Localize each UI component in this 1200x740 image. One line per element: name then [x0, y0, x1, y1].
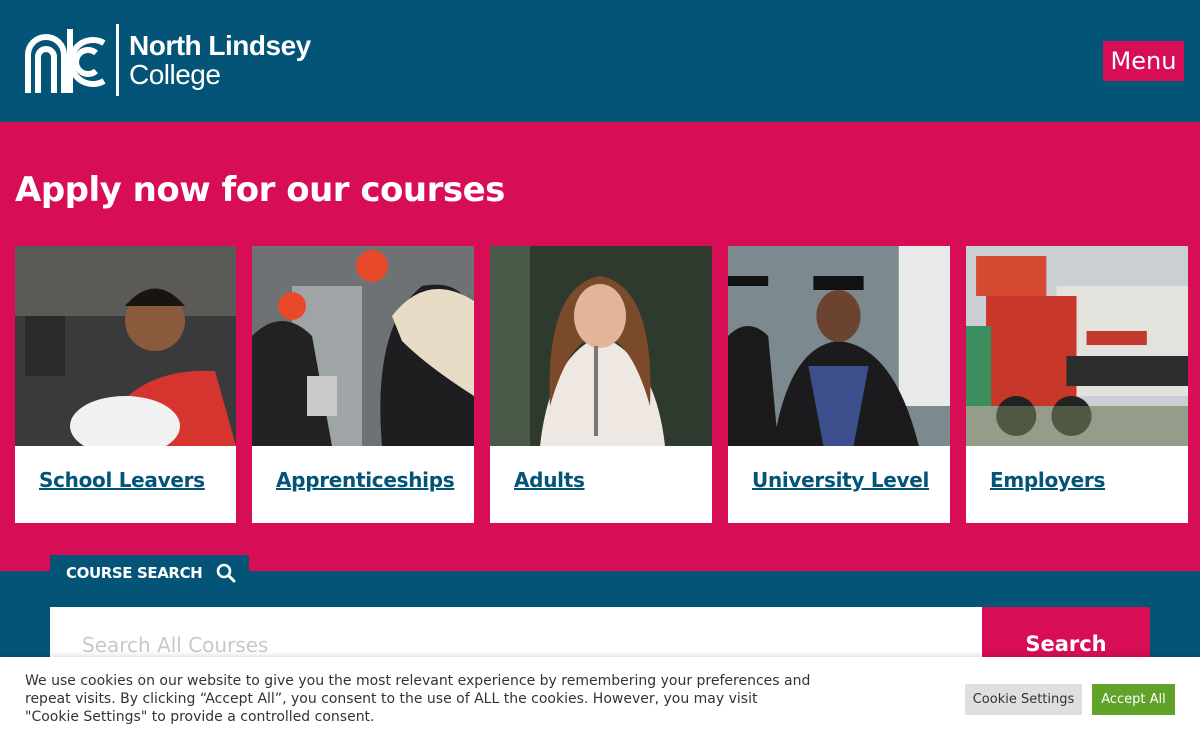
card-label[interactable]: Adults [490, 446, 712, 492]
card-label[interactable]: Apprenticeships [252, 446, 474, 492]
apprenticeships-photo [252, 246, 474, 446]
audience-cards: School Leavers Apprenticeships Adults Un… [15, 246, 1188, 523]
logo-divider [116, 24, 119, 96]
logo-line-1: North Lindsey [129, 29, 311, 61]
course-search-tab: COURSE SEARCH [50, 555, 249, 591]
university-level-photo [728, 246, 950, 446]
cookie-message: We use cookies on our website to give yo… [25, 673, 811, 725]
card-university-level[interactable]: University Level [728, 246, 950, 523]
nlc-logo-icon [25, 29, 106, 93]
card-school-leavers[interactable]: School Leavers [15, 246, 236, 523]
search-icon [217, 563, 236, 583]
apply-section: Apply now for our courses School Leavers [0, 122, 1200, 571]
menu-button[interactable]: Menu [1103, 41, 1184, 81]
accept-all-button[interactable]: Accept All [1092, 684, 1175, 715]
card-apprenticeships[interactable]: Apprenticeships [252, 246, 474, 523]
college-logo[interactable]: North Lindsey College [24, 24, 311, 96]
card-label[interactable]: University Level [728, 446, 950, 492]
course-search-tab-label: COURSE SEARCH [66, 564, 203, 582]
apply-heading: Apply now for our courses [15, 170, 505, 210]
school-leavers-photo [15, 246, 236, 446]
employers-photo [966, 246, 1188, 446]
card-employers[interactable]: Employers [966, 246, 1188, 523]
card-label[interactable]: Employers [966, 446, 1188, 492]
logo-wordmark: North Lindsey College [129, 29, 311, 90]
card-label[interactable]: School Leavers [15, 446, 236, 492]
site-header: North Lindsey College Menu [0, 0, 1200, 122]
card-adults[interactable]: Adults [490, 246, 712, 523]
cookie-settings-button[interactable]: Cookie Settings [965, 684, 1082, 715]
logo-line-2: College [129, 59, 221, 90]
adults-photo [490, 246, 712, 446]
